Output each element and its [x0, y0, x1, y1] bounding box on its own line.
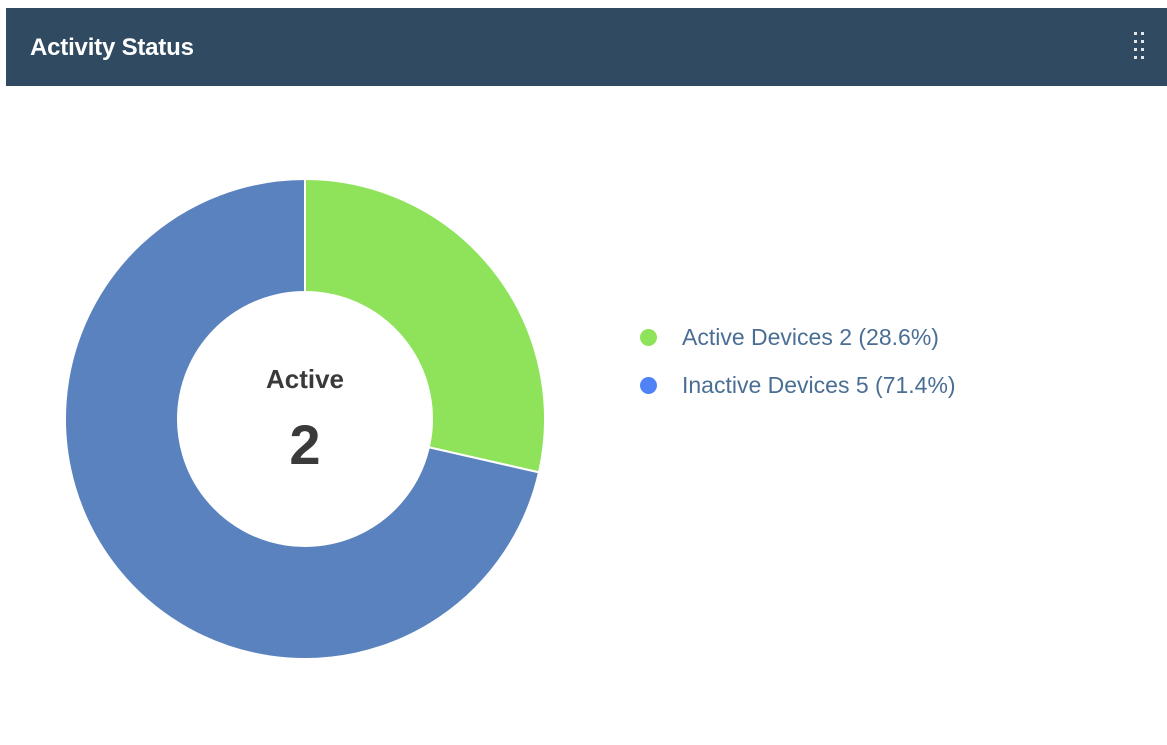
activity-status-widget: Activity Status Active 2 Active Devices …: [0, 0, 1167, 745]
donut-chart: [64, 177, 546, 660]
legend-dot-active: [640, 329, 657, 346]
legend-dot-inactive: [640, 377, 657, 394]
legend-label-inactive-devices: Inactive Devices 5 (71.4%): [682, 372, 956, 398]
legend-label-active-devices: Active Devices 2 (28.6%): [682, 324, 939, 350]
donut-center-value: 2: [289, 413, 321, 476]
donut-center-label: Active: [265, 364, 345, 394]
